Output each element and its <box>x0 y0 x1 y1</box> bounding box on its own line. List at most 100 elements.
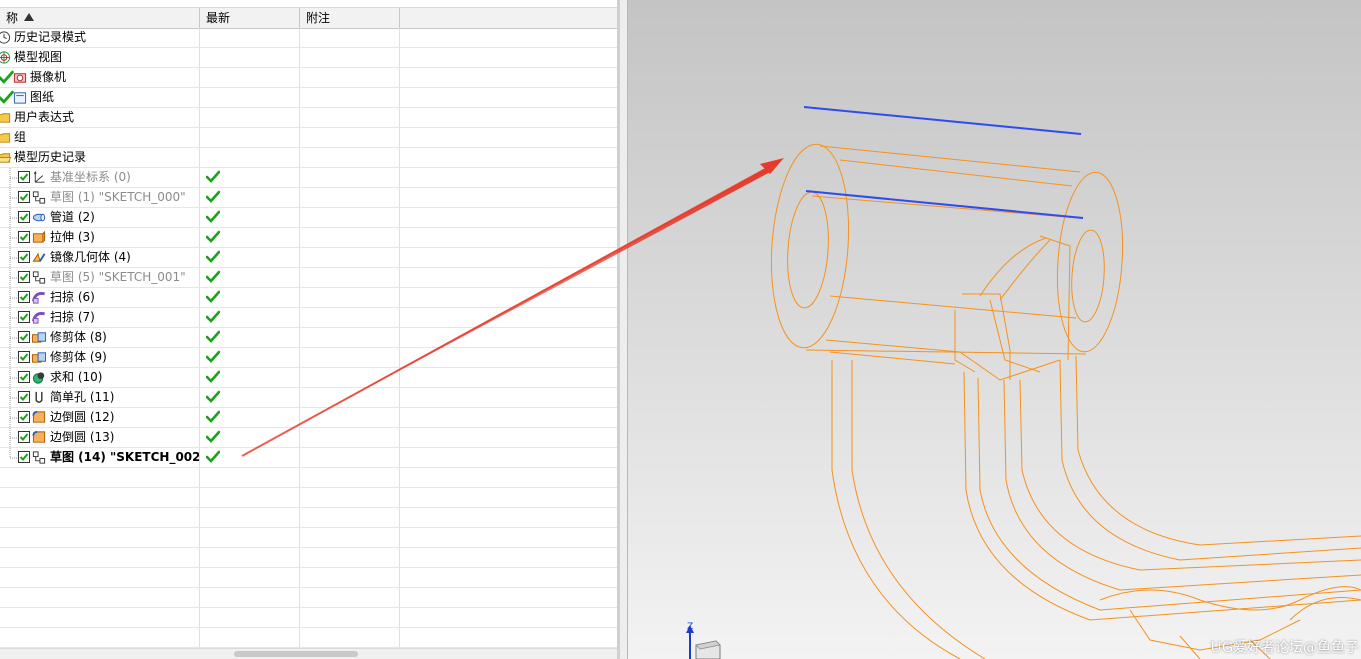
cell-name[interactable] <box>0 628 200 647</box>
cell-name[interactable] <box>0 508 200 527</box>
cell-name[interactable]: 管道 (2) <box>0 208 200 227</box>
cell-name[interactable]: 历史记录模式 <box>0 28 200 47</box>
cell-notes <box>300 488 400 507</box>
cell-notes <box>300 568 400 587</box>
cell-name[interactable]: 组 <box>0 128 200 147</box>
column-header-name[interactable]: 称 <box>0 8 200 28</box>
empty-row[interactable] <box>0 588 617 608</box>
cell-name[interactable]: 拉伸 (3) <box>0 228 200 247</box>
cell-name[interactable]: 用户表达式 <box>0 108 200 127</box>
empty-row[interactable] <box>0 608 617 628</box>
feature-row[interactable]: 管道 (2) <box>0 208 617 228</box>
cell-name[interactable] <box>0 548 200 567</box>
feature-row[interactable]: 边倒圆 (13) <box>0 428 617 448</box>
feature-row[interactable]: 求和 (10) <box>0 368 617 388</box>
cell-latest <box>200 348 300 367</box>
cell-name[interactable]: 草图 (1) "SKETCH_000" <box>0 188 200 207</box>
triad-z-label: Z <box>687 622 693 632</box>
feature-checkbox[interactable] <box>18 451 30 463</box>
feature-checkbox[interactable] <box>18 291 30 303</box>
cell-name[interactable]: 扫掠 (7) <box>0 308 200 327</box>
cell-name[interactable]: 草图 (5) "SKETCH_001" <box>0 268 200 287</box>
resize-splitter[interactable] <box>620 0 628 659</box>
feature-row[interactable]: 草图 (1) "SKETCH_000" <box>0 188 617 208</box>
scrollbar-thumb[interactable] <box>234 651 358 657</box>
cell-name[interactable] <box>0 588 200 607</box>
item-label: 求和 (10) <box>50 370 103 384</box>
navigator-item[interactable]: 历史记录模式 <box>0 28 617 48</box>
item-label: 边倒圆 (12) <box>50 410 115 424</box>
navigator-item[interactable]: 用户表达式 <box>0 108 617 128</box>
cell-name[interactable]: 草图 (14) "SKETCH_002" <box>0 448 200 467</box>
feature-row[interactable]: 扫掠 (7) <box>0 308 617 328</box>
feature-row[interactable]: 镜像几何体 (4) <box>0 248 617 268</box>
cell-name[interactable]: 模型视图 <box>0 48 200 67</box>
empty-row[interactable] <box>0 548 617 568</box>
feature-row[interactable]: 修剪体 (8) <box>0 328 617 348</box>
empty-row[interactable] <box>0 468 617 488</box>
feature-row[interactable]: 拉伸 (3) <box>0 228 617 248</box>
feature-checkbox[interactable] <box>18 311 30 323</box>
navigator-item[interactable]: 图纸 <box>0 88 617 108</box>
cell-latest <box>200 248 300 267</box>
up-to-date-check-icon <box>206 210 220 223</box>
empty-row[interactable] <box>0 568 617 588</box>
feature-checkbox[interactable] <box>18 271 30 283</box>
column-header-notes[interactable]: 附注 <box>300 8 400 28</box>
cell-name[interactable]: 扫掠 (6) <box>0 288 200 307</box>
cell-latest <box>200 448 300 467</box>
feature-row[interactable]: 草图 (5) "SKETCH_001" <box>0 268 617 288</box>
navigator-item[interactable]: 组 <box>0 128 617 148</box>
column-header-latest[interactable]: 最新 <box>200 8 300 28</box>
feature-checkbox[interactable] <box>18 431 30 443</box>
cell-latest <box>200 288 300 307</box>
cell-name[interactable] <box>0 568 200 587</box>
feature-checkbox[interactable] <box>18 351 30 363</box>
cell-latest <box>200 608 300 627</box>
tree-connector <box>9 268 17 287</box>
feature-checkbox[interactable] <box>18 191 30 203</box>
cell-name[interactable] <box>0 488 200 507</box>
cell-name[interactable]: 镜像几何体 (4) <box>0 248 200 267</box>
graphics-viewport[interactable]: Z UG爱好者论坛@鱼鱼子 <box>628 0 1361 659</box>
empty-row[interactable] <box>0 508 617 528</box>
navigator-item[interactable]: 模型历史记录 <box>0 148 617 168</box>
cell-name[interactable]: 修剪体 (8) <box>0 328 200 347</box>
feature-row[interactable]: 基准坐标系 (0) <box>0 168 617 188</box>
feature-checkbox[interactable] <box>18 171 30 183</box>
cell-name[interactable]: 求和 (10) <box>0 368 200 387</box>
cell-name[interactable] <box>0 608 200 627</box>
navigator-item[interactable]: 模型视图 <box>0 48 617 68</box>
feature-row[interactable]: 边倒圆 (12) <box>0 408 617 428</box>
cell-name[interactable]: 模型历史记录 <box>0 148 200 167</box>
feature-checkbox[interactable] <box>18 331 30 343</box>
feature-checkbox[interactable] <box>18 391 30 403</box>
cell-name[interactable]: 边倒圆 (13) <box>0 428 200 447</box>
cell-notes <box>300 288 400 307</box>
feature-checkbox[interactable] <box>18 411 30 423</box>
cell-name[interactable]: 简单孔 (11) <box>0 388 200 407</box>
feature-checkbox[interactable] <box>18 371 30 383</box>
empty-row[interactable] <box>0 528 617 548</box>
feature-checkbox[interactable] <box>18 251 30 263</box>
cell-latest <box>200 468 300 487</box>
cell-name[interactable]: 基准坐标系 (0) <box>0 168 200 187</box>
feature-row[interactable]: 修剪体 (9) <box>0 348 617 368</box>
empty-row[interactable] <box>0 488 617 508</box>
feature-checkbox[interactable] <box>18 211 30 223</box>
cell-latest <box>200 28 300 47</box>
cell-notes <box>300 448 400 467</box>
cell-name[interactable]: 修剪体 (9) <box>0 348 200 367</box>
feature-row[interactable]: 简单孔 (11) <box>0 388 617 408</box>
feature-row[interactable]: 扫掠 (6) <box>0 288 617 308</box>
empty-row[interactable] <box>0 628 617 648</box>
navigator-item[interactable]: 摄像机 <box>0 68 617 88</box>
cell-name[interactable] <box>0 468 200 487</box>
feature-row[interactable]: 草图 (14) "SKETCH_002" <box>0 448 617 468</box>
cell-name[interactable] <box>0 528 200 547</box>
horizontal-scrollbar[interactable] <box>0 648 617 659</box>
feature-checkbox[interactable] <box>18 231 30 243</box>
cell-name[interactable]: 边倒圆 (12) <box>0 408 200 427</box>
cell-name[interactable]: 摄像机 <box>0 68 200 87</box>
cell-name[interactable]: 图纸 <box>0 88 200 107</box>
